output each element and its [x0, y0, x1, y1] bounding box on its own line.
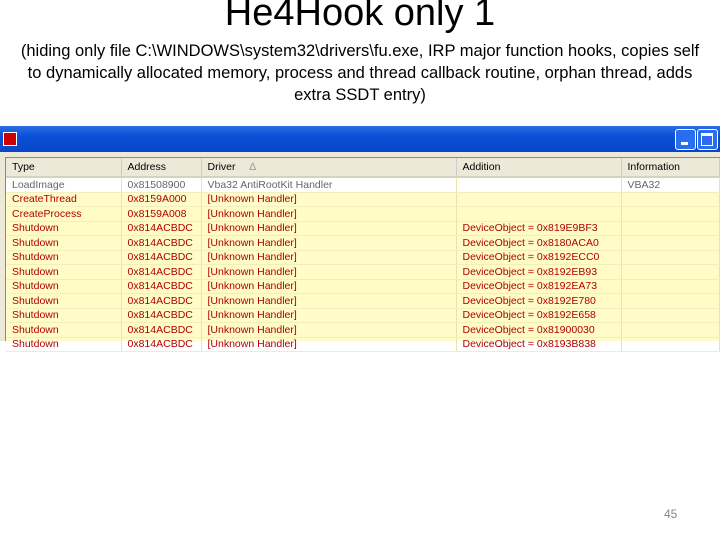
- cell-addition: DeviceObject = 0x8192EB93: [456, 264, 622, 280]
- column-label: Addition: [462, 161, 501, 173]
- sort-ascending-icon: ∆: [249, 161, 256, 173]
- cell-addition: [456, 206, 622, 222]
- cell-addition: DeviceObject = 0x8192E780: [456, 293, 622, 309]
- cell-information: [621, 192, 720, 207]
- cell-information: [621, 322, 720, 338]
- cell-driver: [Unknown Handler]: [201, 206, 457, 222]
- cell-addition: DeviceObject = 0x8192EA73: [456, 279, 622, 294]
- cell-address: 0x8159A008: [121, 206, 202, 222]
- cell-type: Shutdown: [6, 250, 122, 265]
- cell-address: 0x814ACBDC: [121, 221, 202, 236]
- column-label: Driver: [207, 161, 236, 173]
- cell-type: Shutdown: [6, 221, 122, 236]
- cell-address: 0x814ACBDC: [121, 279, 202, 294]
- cell-information: [621, 250, 720, 265]
- maximize-icon: [701, 133, 713, 146]
- cell-information: [621, 279, 720, 294]
- cell-type: CreateThread: [6, 192, 122, 207]
- table-row[interactable]: Shutdown 0x814ACBDC [Unknown Handler] Devic…: [6, 293, 720, 309]
- cell-addition: DeviceObject = 0x8193B838: [456, 337, 622, 352]
- cell-driver: [Unknown Handler]: [201, 322, 457, 338]
- table-row[interactable]: CreateProcess 0x8159A008 [Unknown Handler]: [6, 206, 720, 222]
- cell-information: [621, 308, 720, 323]
- cell-driver: [Unknown Handler]: [201, 264, 457, 280]
- column-header-addition[interactable]: Addition: [456, 158, 622, 178]
- cell-address: 0x814ACBDC: [121, 293, 202, 309]
- cell-address: 0x814ACBDC: [121, 308, 202, 323]
- cell-type: Shutdown: [6, 322, 122, 338]
- table-row[interactable]: Shutdown 0x814ACBDC [Unknown Handler] Devic…: [6, 250, 720, 265]
- column-header-type[interactable]: Type: [6, 158, 122, 178]
- cell-type: Shutdown: [6, 308, 122, 323]
- cell-information: [621, 264, 720, 280]
- table-row[interactable]: Shutdown 0x814ACBDC [Unknown Handler] Devic…: [6, 322, 720, 338]
- cell-address: 0x814ACBDC: [121, 264, 202, 280]
- column-header-driver[interactable]: Driver ∆: [201, 158, 457, 178]
- table-row[interactable]: LoadImage 0x81508900 Vba32 AntiRootKit Han…: [6, 177, 720, 193]
- table-row[interactable]: Shutdown 0x814ACBDC [Unknown Handler] Devic…: [6, 221, 720, 236]
- cell-type: LoadImage: [6, 177, 122, 193]
- table-row[interactable]: Shutdown 0x814ACBDC [Unknown Handler] Devic…: [6, 264, 720, 280]
- window-titlebar[interactable]: [0, 126, 720, 152]
- cell-address: 0x81508900: [121, 177, 202, 193]
- cell-driver: [Unknown Handler]: [201, 250, 457, 265]
- slide-title: He4Hook only 1: [224, 0, 496, 34]
- cell-driver: [Unknown Handler]: [201, 221, 457, 236]
- cell-driver: [Unknown Handler]: [201, 308, 457, 323]
- column-header-address[interactable]: Address: [121, 158, 202, 178]
- cell-addition: DeviceObject = 0x819E9BF3: [456, 221, 622, 236]
- cell-addition: [456, 192, 622, 207]
- cell-information: [621, 293, 720, 309]
- cell-type: Shutdown: [6, 235, 122, 251]
- cell-address: 0x814ACBDC: [121, 337, 202, 352]
- cell-address: 0x814ACBDC: [121, 250, 202, 265]
- cell-driver: Vba32 AntiRootKit Handler: [201, 177, 457, 193]
- cell-addition: DeviceObject = 0x8192ECC0: [456, 250, 622, 265]
- cell-type: Shutdown: [6, 264, 122, 280]
- cell-addition: DeviceObject = 0x8192E658: [456, 308, 622, 323]
- page-number: 45: [664, 507, 678, 521]
- cell-addition: DeviceObject = 0x8180ACA0: [456, 235, 622, 251]
- cell-type: CreateProcess: [6, 206, 122, 222]
- column-header-information[interactable]: Information: [621, 158, 720, 178]
- cell-driver: [Unknown Handler]: [201, 337, 457, 352]
- hooks-list[interactable]: Type Address Driver ∆ Addition Information Lo…: [5, 157, 720, 352]
- cell-information: [621, 235, 720, 251]
- cell-information: [621, 337, 720, 352]
- cell-address: 0x814ACBDC: [121, 235, 202, 251]
- cell-address: 0x814ACBDC: [121, 322, 202, 338]
- cell-driver: [Unknown Handler]: [201, 279, 457, 294]
- cell-addition: DeviceObject = 0x81900030: [456, 322, 622, 338]
- maximize-button[interactable]: [697, 129, 718, 150]
- cell-type: Shutdown: [6, 337, 122, 352]
- cell-address: 0x8159A000: [121, 192, 202, 207]
- anti-rootkit-window: Type Address Driver ∆ Addition Information Lo…: [0, 126, 720, 352]
- cell-driver: [Unknown Handler]: [201, 235, 457, 251]
- cell-information: VBA32: [621, 177, 720, 193]
- table-row[interactable]: Shutdown 0x814ACBDC [Unknown Handler] Devic…: [6, 337, 720, 352]
- cell-driver: [Unknown Handler]: [201, 293, 457, 309]
- cell-addition: [456, 177, 622, 193]
- cell-type: Shutdown: [6, 279, 122, 294]
- cell-information: [621, 206, 720, 222]
- slide-subtitle: (hiding only file C:\WINDOWS\system32\dr…: [20, 42, 700, 104]
- app-icon: [3, 132, 17, 146]
- table-row[interactable]: Shutdown 0x814ACBDC [Unknown Handler] Devic…: [6, 235, 720, 251]
- cell-type: Shutdown: [6, 293, 122, 309]
- cell-information: [621, 221, 720, 236]
- table-row[interactable]: Shutdown 0x814ACBDC [Unknown Handler] Devic…: [6, 308, 720, 323]
- minimize-icon: [681, 142, 688, 145]
- column-label: Type: [12, 161, 35, 173]
- cell-driver: [Unknown Handler]: [201, 192, 457, 207]
- column-label: Address: [127, 161, 167, 173]
- table-row[interactable]: Shutdown 0x814ACBDC [Unknown Handler] Devic…: [6, 279, 720, 294]
- column-label: Information: [627, 161, 681, 173]
- minimize-button[interactable]: [675, 129, 696, 150]
- table-row[interactable]: CreateThread 0x8159A000 [Unknown Handler]: [6, 192, 720, 207]
